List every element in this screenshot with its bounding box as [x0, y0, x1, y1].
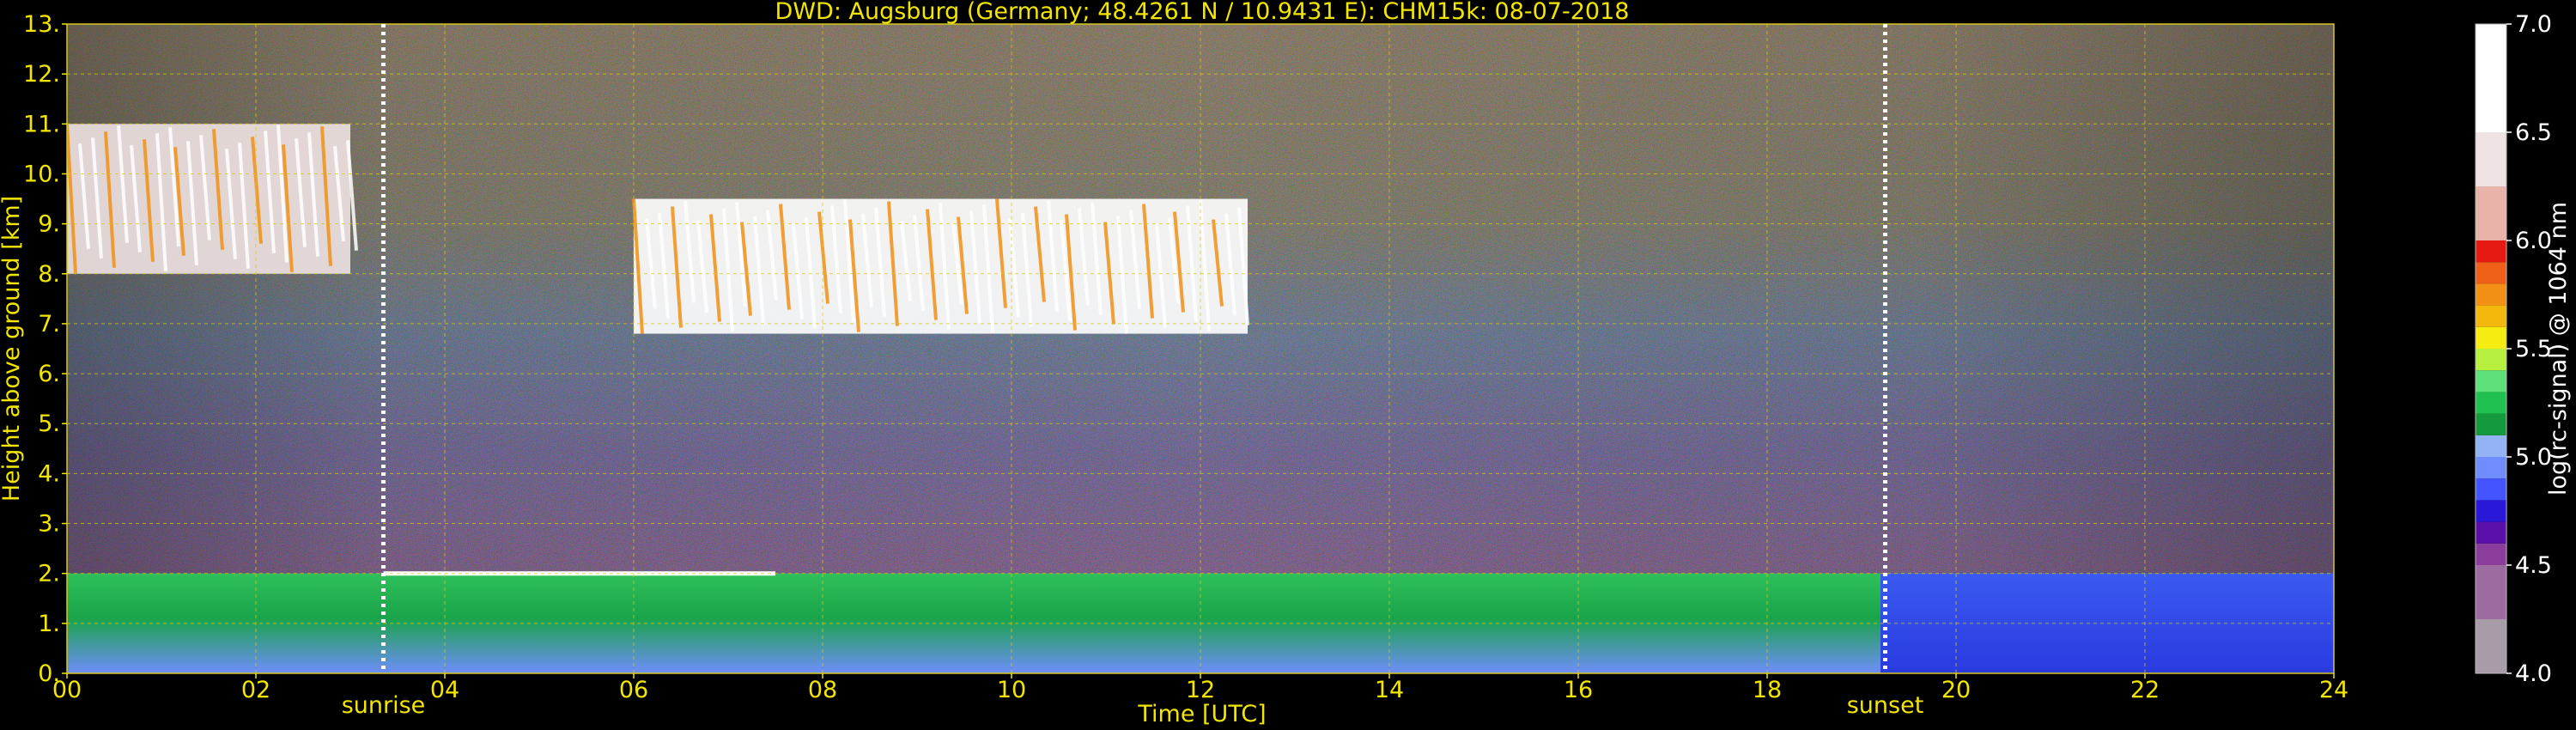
- x-tick-label: 06: [619, 677, 648, 703]
- plot-area: [67, 24, 2334, 673]
- y-tick-label: 10.: [23, 161, 60, 187]
- colorbar-level: [2476, 457, 2506, 479]
- colorbar: 4.04.55.05.56.06.57.0: [2475, 11, 2552, 687]
- colorbar-tick-label: 4.0: [2515, 660, 2552, 687]
- y-tick-label: 2.: [38, 561, 60, 587]
- y-tick-label: 8.: [38, 261, 60, 288]
- colorbar-tick-label: 4.5: [2515, 552, 2552, 579]
- ceilometer-chart: sunrise sunset 00 02 04 06 08 10 12 14 16 18 20 22 24…: [0, 0, 2572, 727]
- y-tick-label: 6.: [38, 361, 60, 387]
- colorbar-level: [2476, 240, 2506, 263]
- colorbar-tick-label: 6.5: [2515, 119, 2552, 146]
- x-tick-label: 12: [1186, 677, 1215, 703]
- y-tick-label: 0.: [38, 660, 60, 687]
- x-tick-label: 16: [1564, 677, 1593, 703]
- x-tick-label: 20: [1941, 677, 1971, 703]
- colorbar-level: [2476, 349, 2506, 371]
- colorbar-level: [2476, 326, 2506, 349]
- x-tick-label: 24: [2319, 677, 2348, 703]
- y-tick-label: 13.: [23, 11, 60, 38]
- colorbar-level: [2476, 262, 2506, 284]
- sunrise-label: sunrise: [342, 692, 426, 719]
- y-tick-label: 5.: [38, 411, 60, 437]
- colorbar-level: [2476, 619, 2506, 673]
- colorbar-level: [2476, 392, 2506, 414]
- x-axis-label: Time [UTC]: [1137, 701, 1266, 727]
- colorbar-level: [2476, 435, 2506, 457]
- chart-title: DWD: Augsburg (Germany; 48.4261 N / 10.9…: [775, 0, 1630, 25]
- colorbar-level: [2476, 370, 2506, 392]
- colorbar-level: [2476, 132, 2506, 186]
- colorbar-level: [2476, 500, 2506, 522]
- colorbar-label: log(rc-signal) @ 1064 nm: [2545, 202, 2572, 496]
- y-tick-label: 12.: [23, 61, 60, 88]
- y-tick-label: 3.: [38, 511, 60, 538]
- colorbar-level: [2476, 565, 2506, 619]
- colorbar-level: [2476, 186, 2506, 240]
- x-tick-label: 02: [241, 677, 270, 703]
- colorbar-level: [2476, 521, 2506, 544]
- sunset-label: sunset: [1847, 692, 1924, 719]
- colorbar-level: [2476, 305, 2506, 327]
- colorbar-level: [2476, 283, 2506, 306]
- x-tick-label: 22: [2130, 677, 2160, 703]
- y-tick-label: 9.: [38, 211, 60, 238]
- y-tick-label: 1.: [38, 611, 60, 637]
- x-tick-label: 14: [1375, 677, 1404, 703]
- colorbar-level: [2476, 24, 2506, 132]
- y-axis-ticks: 0. 1. 2. 3. 4. 5. 6. 7. 8. 9. 10. 11. 12. 13.: [23, 11, 67, 687]
- y-tick-label: 7.: [38, 311, 60, 338]
- y-tick-label: 4.: [38, 460, 60, 487]
- x-tick-label: 04: [430, 677, 459, 703]
- y-axis-label: Height above ground [km]: [0, 196, 25, 502]
- x-tick-label: 08: [808, 677, 837, 703]
- x-tick-label: 18: [1753, 677, 1782, 703]
- colorbar-level: [2476, 478, 2506, 501]
- y-tick-label: 11.: [23, 111, 60, 137]
- colorbar-tick-label: 7.0: [2515, 11, 2552, 38]
- x-tick-label: 10: [997, 677, 1026, 703]
- colorbar-level: [2476, 413, 2506, 435]
- colorbar-level: [2476, 543, 2506, 565]
